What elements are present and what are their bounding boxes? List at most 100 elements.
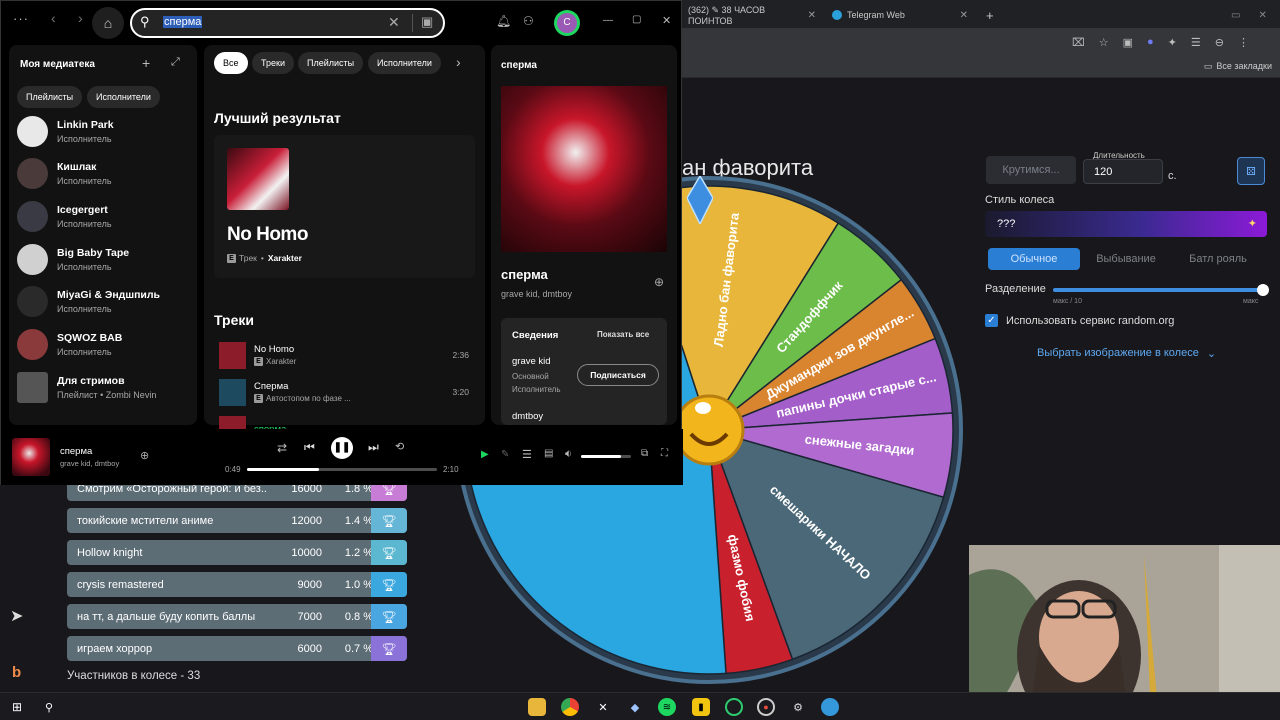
library-title[interactable]: Моя медиатека <box>20 59 95 70</box>
trophy-icon[interactable]: 🏆︎ <box>371 508 407 533</box>
best-result-artist[interactable]: Xarakter <box>268 253 302 263</box>
forward-icon[interactable]: › <box>78 10 83 26</box>
send-icon[interactable]: ➤ <box>10 606 23 626</box>
obs-icon[interactable]: ● <box>757 698 775 716</box>
browser-tab-telegram[interactable]: Telegram Web ✕ <box>826 4 974 26</box>
profile-icon[interactable]: ● <box>1147 36 1154 49</box>
account-icon[interactable]: ⊖ <box>1215 36 1224 49</box>
track-title[interactable]: Сперма <box>254 381 431 392</box>
spotify-icon[interactable]: ≋ <box>658 698 676 716</box>
library-item[interactable]: SQWOZ BAB Исполнитель <box>17 325 197 365</box>
search-query[interactable]: сперма <box>163 16 203 28</box>
lyrics-icon[interactable]: ✎ <box>501 449 509 460</box>
chrome-icon[interactable] <box>561 698 579 716</box>
maximize-icon[interactable]: ▢ <box>632 14 641 25</box>
connect-device-icon[interactable]: ▤ <box>544 448 553 459</box>
duration-input[interactable]: 120 <box>1083 159 1163 184</box>
extension-icon[interactable]: ▣ <box>1123 36 1133 49</box>
mode-normal-button[interactable]: Обычное <box>988 248 1080 270</box>
pause-button[interactable]: ❚❚ <box>331 437 353 459</box>
menu-dots-icon[interactable]: ··· <box>13 11 29 26</box>
new-tab-button[interactable]: + <box>980 4 1000 26</box>
all-bookmarks[interactable]: ▭ Все закладки <box>1204 61 1272 72</box>
expand-icon[interactable]: ⤢ <box>171 56 180 69</box>
tab-tracks[interactable]: Треки <box>252 52 294 74</box>
choose-image-link[interactable]: Выбрать изображение в колесе ⌄ <box>1037 347 1216 360</box>
more-icon[interactable]: ⋮ <box>1238 36 1249 49</box>
add-to-library-icon[interactable]: ⊕ <box>140 449 149 462</box>
repeat-icon[interactable]: ⟲ <box>395 440 404 453</box>
chevron-right-icon[interactable]: › <box>456 54 461 70</box>
trophy-icon[interactable]: 🏆︎ <box>371 572 407 597</box>
browser-tab-youtube[interactable]: (362) ✎ 38 ЧАСОВ ПОИНТОВ ✕ <box>682 4 822 26</box>
shuffle-icon[interactable]: ⇄ <box>277 441 287 455</box>
close-icon[interactable]: ✕ <box>1258 10 1266 21</box>
search-input[interactable]: ⚲ сперма ✕ ▣ <box>130 8 445 38</box>
player-track[interactable]: сперма <box>60 446 92 457</box>
file-explorer-icon[interactable] <box>528 698 546 716</box>
clear-search-icon[interactable]: ✕ <box>388 14 400 31</box>
home-icon[interactable]: ⌂ <box>92 7 124 39</box>
volume-icon[interactable]: 🔉︎ <box>565 448 572 461</box>
search-icon[interactable]: ⚲ <box>40 698 58 716</box>
b-logo-icon[interactable]: b <box>12 664 21 681</box>
address-bar[interactable]: ⌧ ☆ ▣ ● ✦ ☰ ⊖ ⋮ <box>682 28 1280 56</box>
track-artist[interactable]: Автостопом по фазе ... <box>266 394 351 403</box>
menu-icon[interactable]: ☰ <box>1191 36 1201 49</box>
track-title[interactable]: No Homo <box>254 344 431 355</box>
avatar[interactable]: C <box>554 10 580 36</box>
windows-start-icon[interactable]: ⊞ <box>8 698 26 716</box>
credit-name[interactable]: dmtboy <box>512 411 543 422</box>
now-playing-view-icon[interactable]: ▶ <box>481 449 489 460</box>
mode-battle-royale-button[interactable]: Батл рояль <box>1172 248 1264 270</box>
show-all-link[interactable]: Показать все <box>597 330 649 339</box>
volume-slider[interactable] <box>581 455 631 458</box>
trophy-icon[interactable]: 🏆︎ <box>371 636 407 661</box>
track-row[interactable]: No Homo E Xarakter 2:36 <box>219 338 469 372</box>
best-result-card[interactable]: No Homo E Трек • Xarakter <box>214 135 475 278</box>
app-circle-icon[interactable] <box>725 698 743 716</box>
puzzle-icon[interactable]: ✦ <box>1168 36 1177 49</box>
spin-button[interactable]: Крутимся... <box>986 156 1076 184</box>
np-track-title[interactable]: сперма <box>501 267 548 282</box>
random-org-checkbox[interactable]: ✓ <box>985 314 998 327</box>
trophy-icon[interactable]: 🏆︎ <box>371 604 407 629</box>
browse-icon[interactable]: ▣ <box>421 14 433 30</box>
settings-icon[interactable]: ⚙ <box>789 698 807 716</box>
wheel-style-select[interactable]: ??? ✦ <box>985 211 1267 237</box>
follow-button[interactable]: Подписаться <box>577 364 659 386</box>
steam-icon[interactable]: ◆ <box>626 698 644 716</box>
friends-activity-icon[interactable]: ⚇ <box>523 14 534 28</box>
filter-artists[interactable]: Исполнители <box>87 86 160 108</box>
library-item[interactable]: MiyaGi & Эндшпиль Исполнитель <box>17 282 197 322</box>
best-result-title[interactable]: No Homo <box>227 224 308 246</box>
back-icon[interactable]: ‹ <box>51 10 56 26</box>
dice-icon[interactable]: ⚄ <box>1237 157 1265 185</box>
progress-bar[interactable] <box>247 468 437 471</box>
library-item[interactable]: Кишлак Исполнитель <box>17 154 197 194</box>
tab-artists[interactable]: Исполнители <box>368 52 441 74</box>
close-icon[interactable]: ✕ <box>662 14 671 27</box>
add-icon[interactable]: + <box>142 55 150 71</box>
track-row[interactable]: Сперма E Автостопом по фазе ... 3:20 <box>219 375 469 409</box>
library-item[interactable]: Big Baby Tape Исполнитель <box>17 239 197 279</box>
browser-alt-icon[interactable] <box>821 698 839 716</box>
star-icon[interactable]: ☆ <box>1099 36 1109 49</box>
previous-icon[interactable]: ⏮︎ <box>304 440 315 455</box>
player-artists[interactable]: grave kid, dmtboy <box>60 459 119 468</box>
minimize-icon[interactable]: — <box>603 15 613 26</box>
mode-elimination-button[interactable]: Выбывание <box>1083 248 1169 270</box>
split-slider[interactable] <box>1053 284 1269 296</box>
queue-icon[interactable]: ☰ <box>522 448 532 461</box>
notifications-icon[interactable]: 🔔︎ <box>496 14 511 28</box>
close-icon[interactable]: ✕ <box>960 10 968 21</box>
library-item[interactable]: Для стримов Плейлист • Zombi Nevin <box>17 367 197 407</box>
next-icon[interactable]: ⏭︎ <box>368 440 379 455</box>
fullscreen-icon[interactable]: ⛶ <box>661 448 668 459</box>
app-icon[interactable]: ▮ <box>692 698 710 716</box>
close-icon[interactable]: ✕ <box>808 10 816 21</box>
library-item[interactable]: Icegergert Исполнитель <box>17 196 197 236</box>
miniplayer-icon[interactable]: ⧉ <box>641 448 648 459</box>
tab-all[interactable]: Все <box>214 52 248 74</box>
split-slider-knob[interactable] <box>1257 284 1269 296</box>
